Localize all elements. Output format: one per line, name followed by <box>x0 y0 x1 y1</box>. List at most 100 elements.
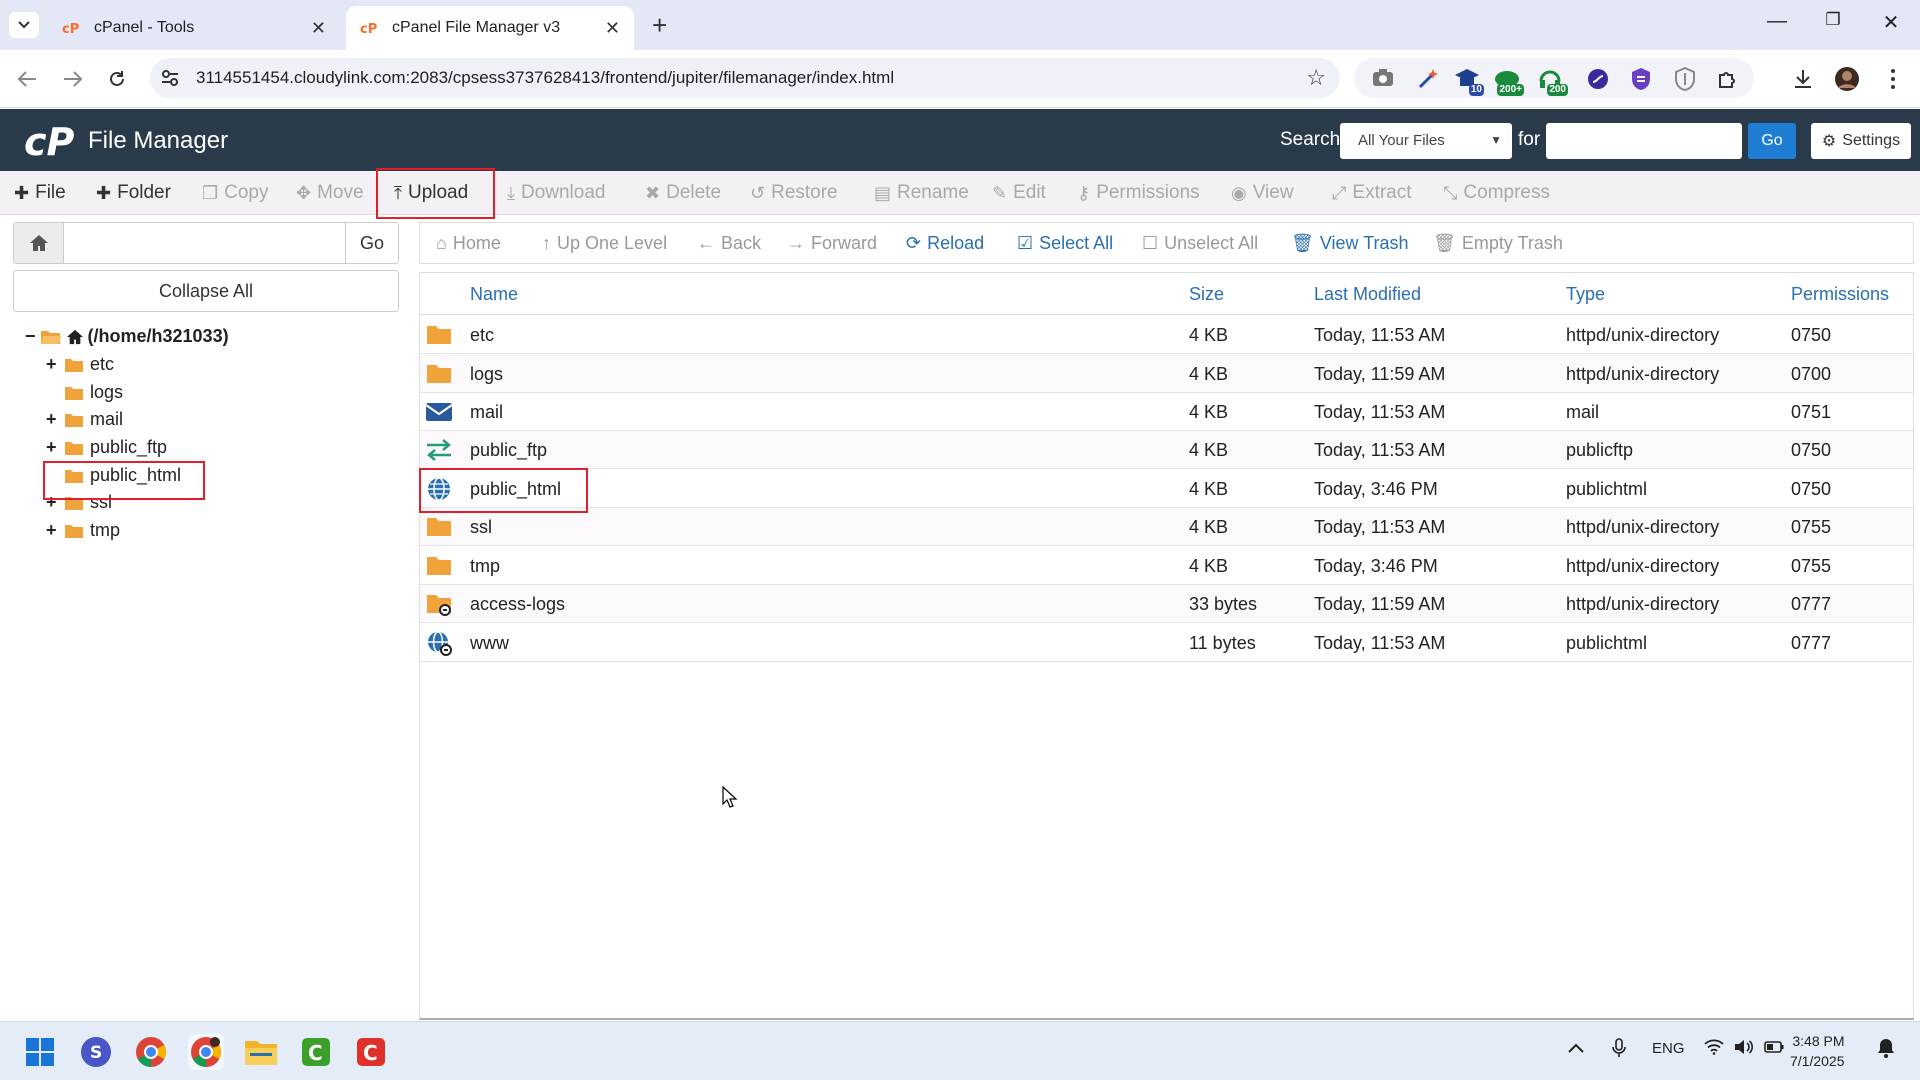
edit-button[interactable]: ✎ Edit <box>992 171 1046 215</box>
tab-cpanel-tools[interactable]: cP cPanel - Tools ✕ <box>48 6 340 50</box>
close-tab-icon[interactable]: ✕ <box>605 18 620 39</box>
tree-item-mail[interactable]: + mail <box>46 409 123 430</box>
table-row[interactable]: public_html 4 KB Today, 3:46 PM publicht… <box>420 470 1913 508</box>
new-tab-button[interactable]: + <box>652 10 667 41</box>
new-folder-button[interactable]: ✚ Folder <box>96 171 171 215</box>
column-header-permissions[interactable]: Permissions <box>1791 284 1889 305</box>
collapse-all-button[interactable]: Collapse All <box>13 270 399 312</box>
table-row[interactable]: tmp 4 KB Today, 3:46 PM httpd/unix-direc… <box>420 547 1913 585</box>
table-row[interactable]: mail 4 KB Today, 11:53 AM mail 0751 <box>420 393 1913 431</box>
recorder-app-icon[interactable]: C <box>353 1034 389 1070</box>
file-name[interactable]: tmp <box>470 556 500 577</box>
chrome-app-icon[interactable] <box>133 1034 169 1070</box>
forward-button[interactable]: → Forward <box>787 223 877 263</box>
extension-circle-icon[interactable] <box>1586 67 1610 91</box>
extension-graduate-icon[interactable]: 10 <box>1454 67 1484 96</box>
empty-trash-button[interactable]: 🗑 Empty Trash <box>1433 223 1563 263</box>
omnibox[interactable]: 3114551454.cloudylink.com:2083/cpsess373… <box>150 58 1340 98</box>
tree-root[interactable]: − (/home/h321033) <box>25 326 229 347</box>
forward-arrow-icon[interactable] <box>60 66 86 92</box>
search-input[interactable] <box>1546 123 1742 159</box>
chrome-profile-app-icon[interactable] <box>188 1034 224 1070</box>
file-name[interactable]: www <box>470 633 509 654</box>
back-arrow-icon[interactable] <box>14 66 40 92</box>
camera-icon[interactable] <box>1372 67 1396 91</box>
view-button[interactable]: ◉ View <box>1231 171 1294 215</box>
tab-file-manager[interactable]: cP cPanel File Manager v3 ✕ <box>346 6 634 50</box>
minimize-button[interactable]: — <box>1762 10 1792 33</box>
microphone-icon[interactable] <box>1612 1038 1626 1063</box>
wifi-icon[interactable] <box>1704 1039 1724 1060</box>
reload-icon[interactable] <box>104 66 130 92</box>
reload-button[interactable]: ⟳ Reload <box>906 223 984 263</box>
settings-button[interactable]: ⚙ Settings <box>1811 123 1911 159</box>
restore-button[interactable]: ❐ <box>1818 10 1848 30</box>
site-info-icon[interactable] <box>160 68 180 93</box>
extension-shield-gray-icon[interactable] <box>1674 66 1698 92</box>
extension-shield-purple-icon[interactable] <box>1630 67 1654 91</box>
file-explorer-app-icon[interactable] <box>243 1034 279 1070</box>
language-indicator[interactable]: ENG <box>1652 1040 1685 1057</box>
file-name[interactable]: etc <box>470 325 494 346</box>
notification-bell-icon[interactable] <box>1876 1037 1896 1064</box>
volume-icon[interactable] <box>1734 1039 1754 1060</box>
home-button[interactable]: ⌂ Home <box>436 223 501 263</box>
close-window-button[interactable]: ✕ <box>1876 10 1906 35</box>
permissions-button[interactable]: ⚷ Permissions <box>1077 171 1200 215</box>
tree-item-logs[interactable]: logs <box>46 382 123 403</box>
windows-start-icon[interactable] <box>22 1034 58 1070</box>
table-row[interactable]: public_ftp 4 KB Today, 11:53 AM publicft… <box>420 431 1913 469</box>
download-button[interactable]: ⤓ Download <box>507 171 605 215</box>
select-all-button[interactable]: ☑ Select All <box>1017 223 1113 263</box>
search-go-button[interactable]: Go <box>1748 123 1796 159</box>
compress-button[interactable]: ⤡ Compress <box>1443 171 1550 215</box>
path-input[interactable] <box>66 225 341 261</box>
puzzle-extensions-icon[interactable] <box>1716 67 1740 91</box>
rename-button[interactable]: ▤ Rename <box>874 171 969 215</box>
table-row[interactable]: access-logs 33 bytes Today, 11:59 AM htt… <box>420 585 1913 623</box>
tab-search-button[interactable] <box>9 12 39 38</box>
path-go-button[interactable]: Go <box>345 223 398 263</box>
column-header-name[interactable]: Name <box>470 284 518 305</box>
extract-button[interactable]: ⤢ Extract <box>1332 171 1412 215</box>
file-name[interactable]: logs <box>470 364 503 385</box>
column-header-last-modified[interactable]: Last Modified <box>1314 284 1421 305</box>
table-row[interactable]: etc 4 KB Today, 11:53 AM httpd/unix-dire… <box>420 316 1913 354</box>
expand-plus-icon[interactable]: + <box>46 354 62 375</box>
bookmark-star-icon[interactable]: ☆ <box>1306 65 1326 91</box>
file-name[interactable]: ssl <box>470 517 492 538</box>
back-button[interactable]: ← Back <box>697 223 761 263</box>
column-header-size[interactable]: Size <box>1189 284 1224 305</box>
expand-plus-icon[interactable]: + <box>46 409 62 430</box>
up-one-level-button[interactable]: ↑ Up One Level <box>542 223 667 263</box>
column-header-type[interactable]: Type <box>1566 284 1605 305</box>
expand-plus-icon[interactable]: + <box>46 437 62 458</box>
download-icon[interactable] <box>1790 66 1816 92</box>
table-row[interactable]: www 11 bytes Today, 11:53 AM publichtml … <box>420 624 1913 662</box>
camtasia-app-icon[interactable]: C <box>298 1034 334 1070</box>
table-row[interactable]: ssl 4 KB Today, 11:53 AM httpd/unix-dire… <box>420 508 1913 546</box>
tree-item-etc[interactable]: + etc <box>46 354 114 375</box>
file-name[interactable]: public_ftp <box>470 440 547 461</box>
extension-sparkle-icon[interactable] <box>1416 67 1440 91</box>
close-tab-icon[interactable]: ✕ <box>311 18 326 39</box>
home-icon[interactable] <box>14 223 64 263</box>
extension-cloud-icon[interactable]: 200+ <box>1494 67 1524 96</box>
move-button[interactable]: ✥ Move <box>296 171 364 215</box>
tree-item-public-ftp[interactable]: + public_ftp <box>46 437 167 458</box>
file-name[interactable]: mail <box>470 402 503 423</box>
browser-menu-icon[interactable] <box>1880 66 1906 92</box>
profile-avatar[interactable] <box>1834 66 1860 92</box>
search-scope-select[interactable]: All Your Files ▼ <box>1340 123 1512 159</box>
skype-app-icon[interactable]: S <box>78 1034 114 1070</box>
file-name[interactable]: access-logs <box>470 594 565 615</box>
restore-button[interactable]: ↺ Restore <box>750 171 838 215</box>
copy-button[interactable]: ❐ Copy <box>202 171 269 215</box>
taskbar-clock[interactable]: 3:48 PM 7/1/2025 <box>1790 1031 1845 1071</box>
extension-headphones-icon[interactable]: 200 <box>1538 67 1568 96</box>
tree-item-tmp[interactable]: + tmp <box>46 520 120 541</box>
battery-icon[interactable] <box>1764 1040 1784 1059</box>
delete-button[interactable]: ✖ Delete <box>645 171 721 215</box>
chevron-up-icon[interactable] <box>1568 1040 1584 1058</box>
unselect-all-button[interactable]: ☐ Unselect All <box>1142 223 1258 263</box>
